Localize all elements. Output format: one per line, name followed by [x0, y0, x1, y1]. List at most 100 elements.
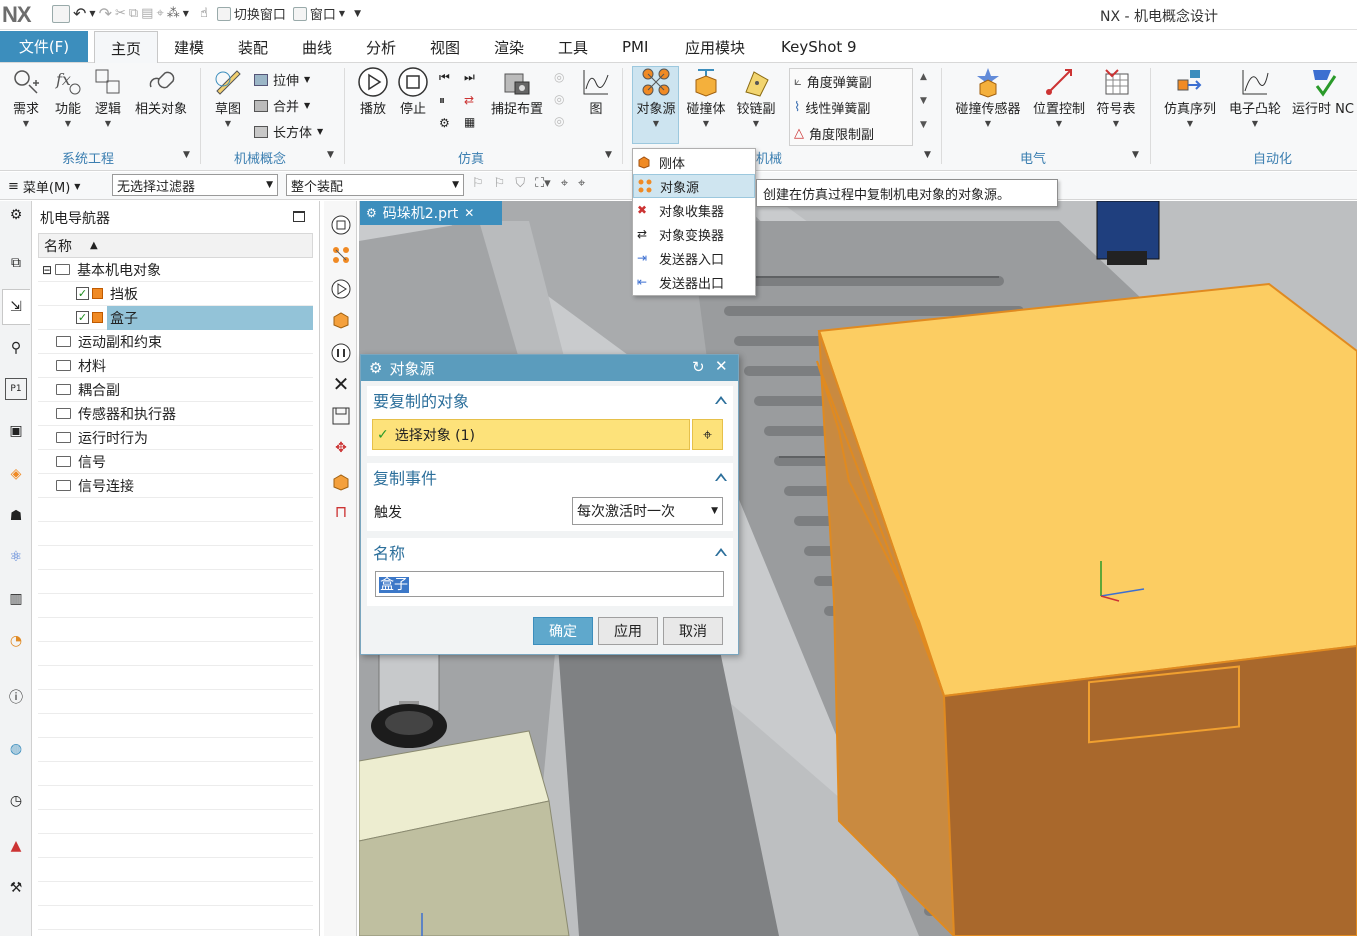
- tab-close-icon[interactable]: ✕: [464, 206, 474, 220]
- gallery-up-icon[interactable]: ▲: [920, 72, 927, 82]
- hinge-joint-button[interactable]: 铰链副 ▼: [732, 66, 780, 128]
- gallery-expand-icon[interactable]: ▼: [920, 120, 927, 130]
- cut-icon[interactable]: ✂: [115, 6, 126, 21]
- section-name[interactable]: 名称: [367, 538, 733, 566]
- menu-item-rigid-body[interactable]: 刚体: [633, 150, 755, 174]
- object-source-icon[interactable]: [330, 244, 352, 266]
- move-body-icon[interactable]: [330, 470, 352, 492]
- block-button[interactable]: 长方体 ▼: [254, 122, 323, 141]
- tree-folder[interactable]: 传感器和执行器: [38, 402, 313, 426]
- record-stop-icon[interactable]: ◎: [554, 92, 564, 106]
- tab-view[interactable]: 视图: [426, 31, 464, 63]
- menu-item-object-source[interactable]: 对象源: [633, 174, 755, 198]
- function-button[interactable]: fx 功能 ▼: [50, 66, 86, 128]
- collapse-icon[interactable]: [715, 473, 727, 481]
- repeat-icon[interactable]: ⌖: [156, 6, 163, 21]
- window-icon[interactable]: [292, 6, 307, 21]
- touch-mode-icon[interactable]: ☝: [200, 6, 208, 21]
- history-icon[interactable]: ◷: [5, 790, 27, 812]
- extrude-button[interactable]: 拉伸 ▼: [254, 70, 310, 89]
- logic-button[interactable]: 逻辑 ▼: [90, 66, 126, 128]
- select-object-row[interactable]: ✓ 选择对象 (1): [372, 419, 690, 450]
- group-more-icon[interactable]: ▼: [924, 150, 931, 160]
- simulation-sequence-button[interactable]: 仿真序列 ▼: [1160, 66, 1220, 128]
- signal-icon[interactable]: ⊓: [330, 500, 352, 522]
- requirement-button[interactable]: 需求 ▼: [8, 66, 44, 128]
- position-control-button[interactable]: 位置控制 ▼: [1030, 66, 1088, 128]
- type-filter-select[interactable]: 无选择过滤器 ▼: [112, 174, 278, 196]
- tab-curve[interactable]: 曲线: [298, 31, 336, 63]
- menu-item-object-collector[interactable]: ✖ 对象收集器: [633, 198, 755, 222]
- roles-icon[interactable]: ☗: [5, 505, 27, 527]
- name-column-header[interactable]: 名称 ▲: [38, 233, 313, 258]
- tree-folder[interactable]: 耦合副: [38, 378, 313, 402]
- group-more-icon[interactable]: ▼: [605, 150, 612, 160]
- collapse-icon[interactable]: [715, 548, 727, 556]
- reuse-library-icon[interactable]: ▥: [5, 588, 27, 610]
- gallery-scroll[interactable]: ▲ ▼ ▼: [920, 72, 927, 130]
- section-object-to-copy[interactable]: 要复制的对象: [367, 386, 733, 414]
- tab-modeling[interactable]: 建模: [170, 31, 208, 63]
- angular-limit-button[interactable]: △ 角度限制副: [794, 124, 874, 143]
- tab-analysis[interactable]: 分析: [362, 31, 400, 63]
- snapshot-icon[interactable]: ⚙: [439, 116, 450, 130]
- save-icon[interactable]: [330, 405, 352, 427]
- tab-assembly[interactable]: 装配: [234, 31, 272, 63]
- group-more-icon[interactable]: ▼: [183, 150, 190, 160]
- close-icon[interactable]: ✕: [715, 357, 728, 375]
- gallery-down-icon[interactable]: ▼: [920, 96, 927, 106]
- tree-folder[interactable]: ⊟ 基本机电对象: [38, 258, 313, 282]
- related-object-button[interactable]: 相关对象: [132, 66, 190, 117]
- tree-object[interactable]: ✓ 挡板: [38, 282, 313, 306]
- undo-icon[interactable]: ↶: [73, 4, 86, 23]
- tab-applications[interactable]: 应用模块: [681, 31, 749, 63]
- pause-icon[interactable]: ⏸: [439, 93, 450, 108]
- name-field[interactable]: 盒子: [375, 571, 724, 597]
- select-curve-icon[interactable]: ⌖: [578, 176, 585, 191]
- transform-icon[interactable]: ✥: [330, 437, 352, 459]
- paste-icon[interactable]: ▤: [141, 6, 153, 21]
- collision-body-icon[interactable]: [330, 308, 352, 330]
- stop-button[interactable]: 停止: [394, 66, 432, 117]
- tree-object[interactable]: ✓ 盒子: [38, 305, 313, 330]
- select-feature-icon[interactable]: ⚐: [472, 176, 484, 191]
- maximize-icon[interactable]: [293, 211, 305, 222]
- menu-item-sender-exit[interactable]: ⇤ 发送器出口: [633, 270, 755, 294]
- group-more-icon[interactable]: ▼: [1132, 150, 1139, 160]
- pause-icon[interactable]: [330, 342, 352, 364]
- sketch-button[interactable]: 草图 ▼: [208, 66, 248, 128]
- tab-keyshot[interactable]: KeyShot 9: [777, 31, 861, 63]
- reset-icon[interactable]: ↻: [692, 358, 705, 376]
- ok-button[interactable]: 确定: [533, 617, 593, 645]
- document-tab[interactable]: ⚙ 码垛机2.prt ✕: [360, 201, 502, 225]
- copy-icon[interactable]: ⧉: [129, 6, 138, 21]
- settings-icon[interactable]: ⚙: [5, 204, 27, 226]
- checkbox[interactable]: ✓: [76, 311, 89, 324]
- speed-icon[interactable]: ⇄: [464, 93, 475, 107]
- switch-window-icon[interactable]: [216, 6, 231, 21]
- record-icon[interactable]: ◎: [554, 70, 564, 84]
- customize-icon[interactable]: ▼: [354, 9, 361, 19]
- physics-navigator-icon[interactable]: ◈: [5, 463, 27, 485]
- collapse-icon[interactable]: ⊟: [42, 263, 52, 277]
- select-body-icon[interactable]: ⚐: [494, 176, 506, 191]
- tab-tools[interactable]: 工具: [554, 31, 592, 63]
- tab-render[interactable]: 渲染: [490, 31, 528, 63]
- window-menu[interactable]: 窗口: [310, 4, 336, 23]
- runtime-nc-button[interactable]: 运行时 NC: [1289, 66, 1357, 117]
- file-menu[interactable]: 文件(F): [0, 31, 88, 62]
- palette-icon[interactable]: ▲: [5, 835, 27, 857]
- collision-body-button[interactable]: 碰撞体 ▼: [682, 66, 730, 128]
- capture-arrangement-button[interactable]: 捕捉布置: [486, 66, 548, 117]
- checkbox[interactable]: ✓: [76, 287, 89, 300]
- switch-window-button[interactable]: 切换窗口: [234, 4, 286, 23]
- assembly-navigator-icon[interactable]: ⧉: [5, 252, 27, 274]
- tab-home[interactable]: 主页: [94, 31, 158, 64]
- command-finder-icon[interactable]: ⁂: [167, 6, 180, 21]
- menu-button[interactable]: ≡ 菜单(M) ▼: [8, 177, 80, 196]
- electronic-cam-button[interactable]: 电子凸轮 ▼: [1224, 66, 1286, 128]
- play-button[interactable]: 播放: [354, 66, 392, 117]
- record-play-icon[interactable]: ◎: [554, 114, 564, 128]
- info-icon[interactable]: ⓘ: [5, 686, 27, 708]
- step-icon[interactable]: ⏭: [464, 70, 475, 85]
